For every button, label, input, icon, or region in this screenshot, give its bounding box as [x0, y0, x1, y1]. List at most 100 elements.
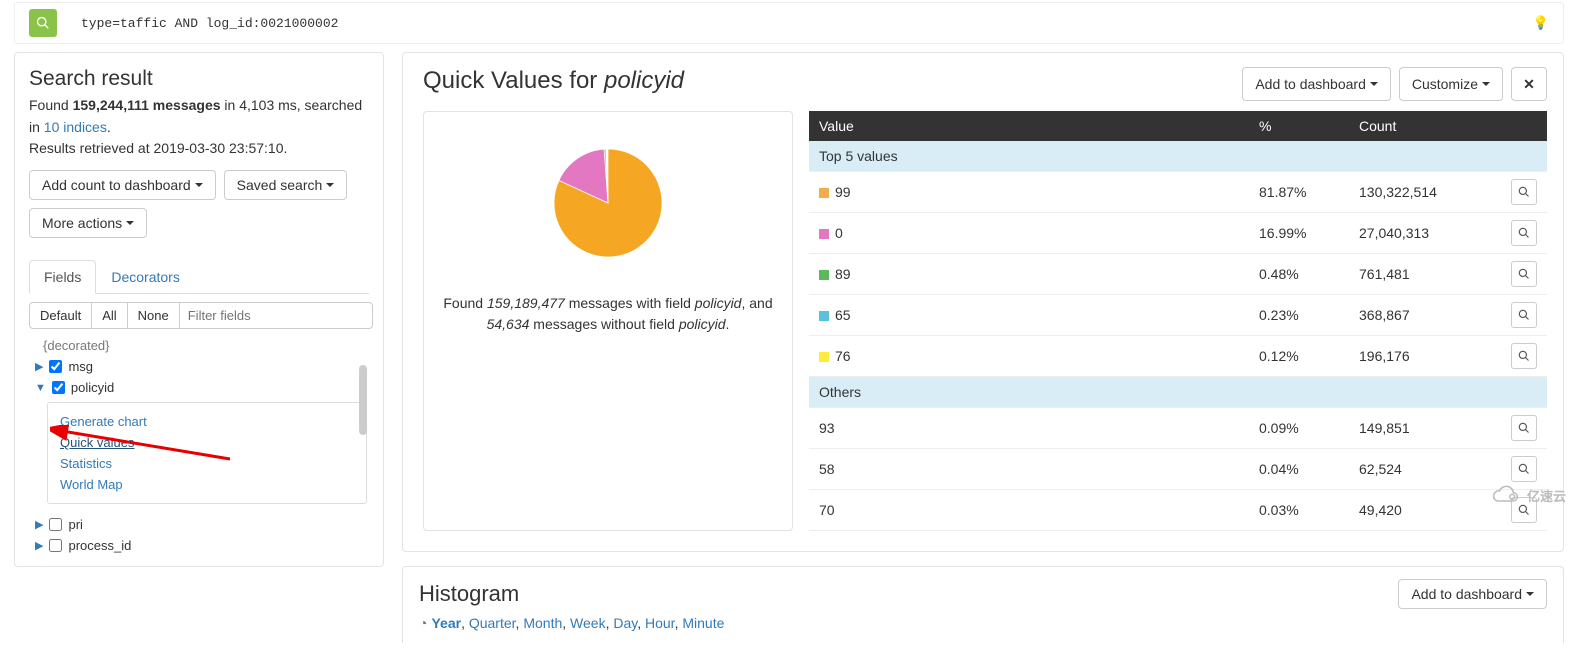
- watermark: 亿速云: [1487, 484, 1566, 506]
- row-search-button[interactable]: [1511, 179, 1537, 205]
- field-action-menu: Generate chart Quick values Statistics W…: [47, 402, 367, 504]
- interval-day[interactable]: Day: [613, 615, 637, 631]
- caret-icon: [1370, 82, 1378, 86]
- row-search-button[interactable]: [1511, 261, 1537, 287]
- histogram-panel: Histogram Add to dashboard ◔Year, Quarte…: [402, 566, 1564, 643]
- action-quick-values[interactable]: Quick values: [60, 432, 354, 453]
- filter-fields-input[interactable]: [180, 302, 373, 329]
- th-search: [1501, 111, 1547, 141]
- chevron-right-icon: ▶: [35, 360, 43, 373]
- field-pri-checkbox[interactable]: [49, 518, 62, 531]
- filter-default[interactable]: Default: [29, 302, 92, 329]
- qv-customize-button[interactable]: Customize: [1399, 67, 1503, 101]
- qv-add-dashboard-button[interactable]: Add to dashboard: [1242, 67, 1391, 101]
- search-icon: [36, 16, 50, 30]
- table-row: 016.99%27,040,313: [809, 213, 1547, 254]
- field-process-id-label: process_id: [68, 538, 131, 553]
- field-msg[interactable]: ▶msg: [29, 356, 369, 377]
- section-row: Others: [809, 377, 1547, 408]
- field-process-id-checkbox[interactable]: [49, 539, 62, 552]
- row-search-button[interactable]: [1511, 415, 1537, 441]
- row-search-button[interactable]: [1511, 343, 1537, 369]
- caret-icon: [195, 183, 203, 187]
- qv-close-button[interactable]: ✕: [1511, 67, 1547, 101]
- watermark-text: 亿速云: [1527, 486, 1566, 505]
- scrollbar[interactable]: [359, 365, 367, 435]
- clock-icon: ◔: [419, 615, 427, 631]
- tab-decorators[interactable]: Decorators: [96, 260, 194, 294]
- section-row: Top 5 values: [809, 141, 1547, 172]
- action-statistics[interactable]: Statistics: [60, 453, 354, 474]
- hist-add-dash-label: Add to dashboard: [1411, 586, 1522, 602]
- qv-table-box: Value % Count Top 5 values9981.87%130,32…: [809, 111, 1547, 531]
- row-search-button[interactable]: [1511, 302, 1537, 328]
- field-tabs: Fields Decorators: [29, 260, 369, 294]
- action-generate-chart[interactable]: Generate chart: [60, 411, 354, 432]
- caret-icon: [1482, 82, 1490, 86]
- hint-icon[interactable]: 💡: [1533, 15, 1549, 31]
- cap-mid2: messages without field: [529, 316, 678, 332]
- cap-f1: policyid: [695, 295, 742, 311]
- row-search-button[interactable]: [1511, 456, 1537, 482]
- field-pri[interactable]: ▶pri: [29, 514, 369, 535]
- add-count-dashboard-button[interactable]: Add count to dashboard: [29, 170, 216, 200]
- color-swatch: [819, 270, 829, 280]
- qv-table: Value % Count Top 5 values9981.87%130,32…: [809, 111, 1547, 531]
- search-result-panel: Search result Found 159,244,111 messages…: [14, 52, 384, 567]
- field-policyid-label: policyid: [71, 380, 114, 395]
- sr-in: in: [29, 119, 44, 135]
- interval-hour[interactable]: Hour: [645, 615, 675, 631]
- caret-icon: [1526, 592, 1534, 596]
- cap-pre: Found: [443, 295, 487, 311]
- qv-add-dash-label: Add to dashboard: [1255, 76, 1366, 92]
- sr-dot: .: [107, 119, 111, 135]
- hist-add-dashboard-button[interactable]: Add to dashboard: [1398, 579, 1547, 609]
- interval-week[interactable]: Week: [570, 615, 606, 631]
- search-result-retrieved: Results retrieved at 2019-03-30 23:57:10…: [29, 138, 369, 160]
- field-process-id[interactable]: ▶process_id: [29, 535, 369, 556]
- action-world-map[interactable]: World Map: [60, 474, 354, 495]
- table-row: 760.12%196,176: [809, 336, 1547, 377]
- saved-search-label: Saved search: [237, 177, 323, 193]
- cloud-icon: [1487, 484, 1523, 506]
- interval-month[interactable]: Month: [523, 615, 562, 631]
- table-row: 890.48%761,481: [809, 254, 1547, 295]
- add-count-label: Add count to dashboard: [42, 177, 191, 193]
- indices-link[interactable]: 10 indices: [44, 119, 107, 135]
- filter-none[interactable]: None: [128, 302, 180, 329]
- quick-values-title: Quick Values for policyid: [423, 67, 684, 95]
- search-result-title: Search result: [29, 67, 369, 91]
- caret-icon: [126, 221, 134, 225]
- interval-year[interactable]: Year: [431, 615, 461, 631]
- th-value[interactable]: Value: [809, 111, 1249, 141]
- histogram-title: Histogram: [419, 581, 519, 607]
- cap-f2: policyid: [679, 316, 726, 332]
- tab-fields[interactable]: Fields: [29, 260, 96, 294]
- caret-icon: [326, 183, 334, 187]
- more-actions-label: More actions: [42, 215, 122, 231]
- row-search-button[interactable]: [1511, 220, 1537, 246]
- field-pri-label: pri: [68, 517, 82, 532]
- color-swatch: [819, 352, 829, 362]
- table-row: 580.04%62,524: [809, 449, 1547, 490]
- table-row: 930.09%149,851: [809, 408, 1547, 449]
- th-pct[interactable]: %: [1249, 111, 1349, 141]
- quick-values-panel: Quick Values for policyid Add to dashboa…: [402, 52, 1564, 552]
- interval-quarter[interactable]: Quarter: [469, 615, 516, 631]
- table-row: 700.03%49,420: [809, 490, 1547, 531]
- field-policyid-checkbox[interactable]: [52, 381, 65, 394]
- pie-chart: [533, 128, 683, 278]
- filter-all[interactable]: All: [92, 302, 127, 329]
- sr-ms: in 4,103 ms, searched: [221, 97, 363, 113]
- cap-and: , and: [741, 295, 772, 311]
- field-policyid[interactable]: ▼policyid: [29, 377, 369, 398]
- saved-search-button[interactable]: Saved search: [224, 170, 348, 200]
- search-button[interactable]: [29, 9, 57, 37]
- more-actions-button[interactable]: More actions: [29, 208, 147, 238]
- search-query[interactable]: type=taffic AND log_id:0021000002: [81, 16, 338, 31]
- sr-count: 159,244,111 messages: [73, 97, 221, 113]
- interval-minute[interactable]: Minute: [682, 615, 724, 631]
- th-count[interactable]: Count: [1349, 111, 1501, 141]
- field-msg-checkbox[interactable]: [49, 360, 62, 373]
- field-decorated-label: {decorated}: [29, 335, 369, 356]
